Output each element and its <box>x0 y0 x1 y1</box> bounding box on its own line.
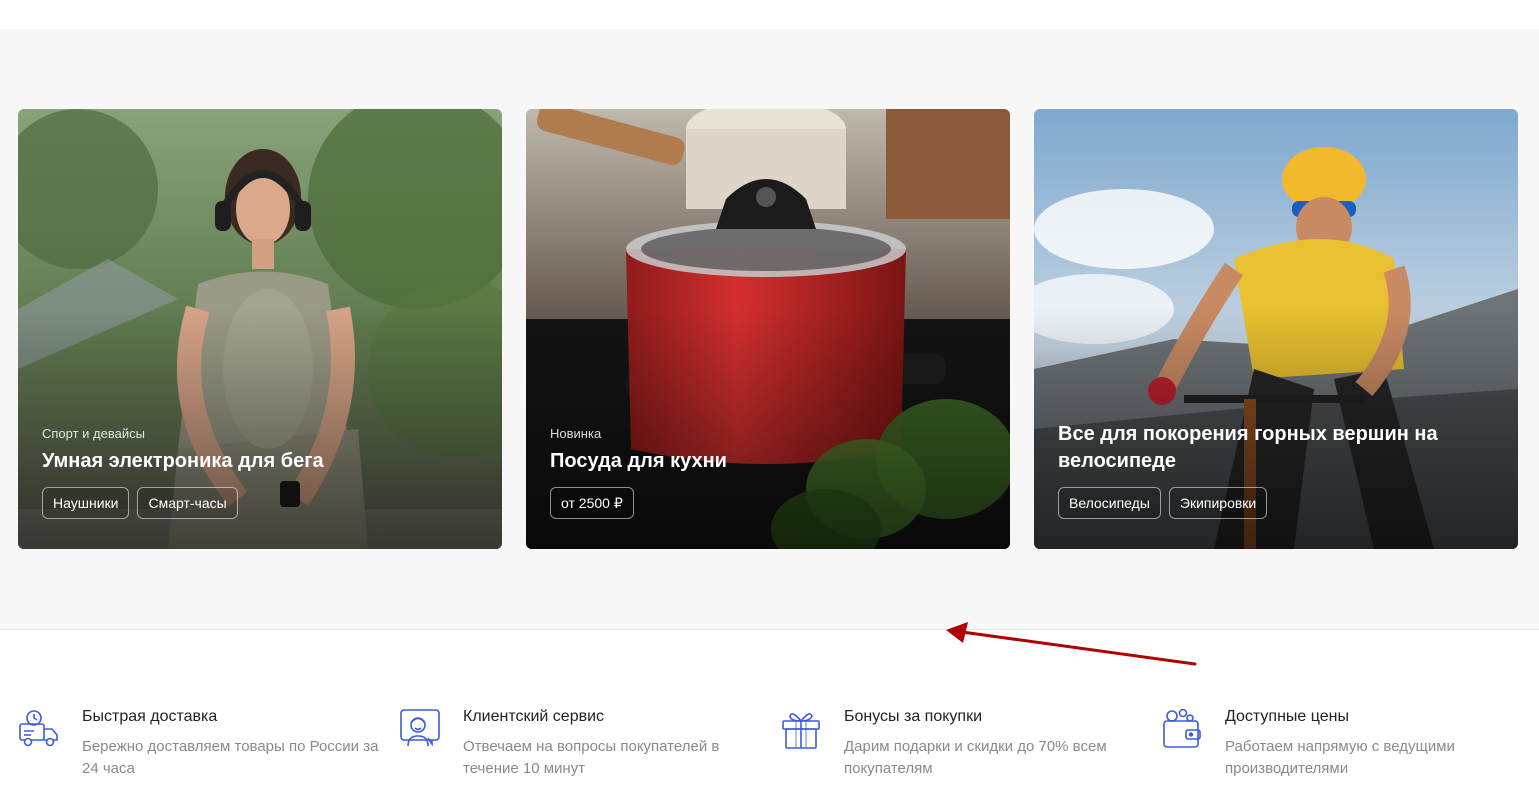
card-shade <box>1034 109 1518 549</box>
top-strip <box>0 0 1539 29</box>
card-eyebrow: Спорт и девайсы <box>42 426 145 441</box>
wallet-icon <box>1163 708 1201 748</box>
feature-title: Клиентский сервис <box>463 708 605 725</box>
card-chips: Наушники Смарт-часы <box>42 487 238 519</box>
feature-title: Доступные цены <box>1225 708 1349 725</box>
card-shade <box>18 109 502 549</box>
chip-headphones[interactable]: Наушники <box>42 487 130 519</box>
card-chips: Велосипеды Экипировки <box>1058 487 1268 519</box>
delivery-truck-clock-icon <box>19 710 58 747</box>
support-agent-icon <box>400 709 440 747</box>
promo-card-running-electronics[interactable]: Спорт и девайсы Умная электроника для бе… <box>18 109 502 549</box>
chip-smartwatches[interactable]: Смарт-часы <box>137 487 238 519</box>
feature-title: Быстрая доставка <box>82 708 218 725</box>
card-content: Все для покорения горных вершин на велос… <box>1058 421 1494 475</box>
card-content: Спорт и девайсы Умная электроника для бе… <box>42 426 478 475</box>
feature-title: Бонусы за покупки <box>844 708 983 725</box>
card-title: Умная электроника для бега <box>42 450 324 472</box>
promo-card-cycling[interactable]: Все для покорения горных вершин на велос… <box>1034 109 1518 549</box>
card-eyebrow: Новинка <box>550 426 602 441</box>
promo-card-cookware[interactable]: Новинка Посуда для кухни от 2500 ₽ <box>526 109 1010 549</box>
feature-description: Отвечаем на вопросы покупателей в течени… <box>463 738 720 777</box>
promo-section: Спорт и девайсы Умная электроника для бе… <box>0 29 1539 630</box>
feature-description: Работаем напрямую с ведущими производите… <box>1225 738 1455 777</box>
card-shade <box>526 109 1010 549</box>
card-title: Посуда для кухни <box>550 450 727 472</box>
card-title: Все для покорения горных вершин на велос… <box>1058 423 1438 472</box>
feature-description: Бережно доставляем товары по России за 2… <box>82 738 379 777</box>
card-content: Новинка Посуда для кухни <box>550 426 986 475</box>
card-chips: от 2500 ₽ <box>550 487 634 519</box>
chip-equipment[interactable]: Экипировки <box>1168 487 1268 519</box>
chip-bicycles[interactable]: Велосипеды <box>1058 487 1161 519</box>
features-section: Быстрая доставка Бережно доставляем това… <box>0 630 1539 795</box>
gift-icon <box>782 713 820 749</box>
chip-price[interactable]: от 2500 ₽ <box>550 487 634 519</box>
feature-description: Дарим подарки и скидки до 70% всем покуп… <box>844 738 1107 777</box>
